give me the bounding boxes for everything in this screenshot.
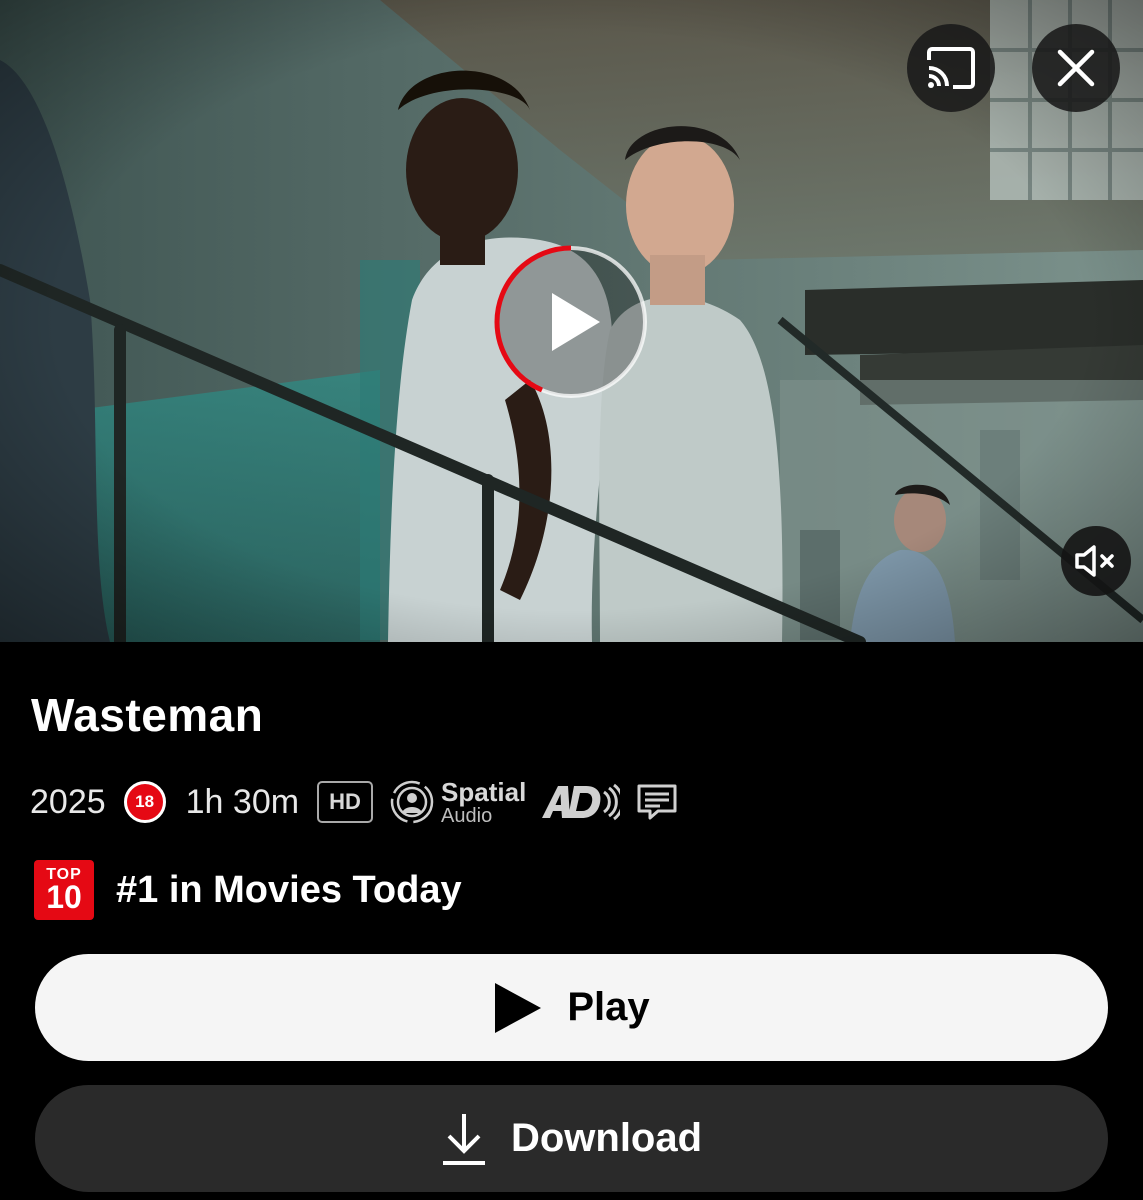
audio-description-icon — [542, 783, 621, 821]
download-icon — [442, 1113, 485, 1165]
muted-speaker-icon — [1075, 545, 1114, 577]
spatial-audio-label: Spatial — [441, 776, 527, 807]
subtitles-icon — [637, 784, 677, 820]
download-button-label: Download — [510, 1116, 703, 1160]
play-button[interactable]: Play — [35, 954, 1108, 1061]
hd-badge: HD — [317, 781, 374, 823]
ranking-row: TOP 10 #1 in Movies Today — [34, 860, 462, 920]
metadata-row: 2025 18 1h 30m HD Spatial Audio — [30, 776, 678, 828]
spatial-audio-icon — [390, 780, 434, 824]
play-circle-icon — [494, 245, 647, 398]
close-button[interactable] — [1032, 24, 1120, 112]
cast-icon — [927, 47, 975, 89]
release-year: 2025 — [30, 782, 106, 821]
mute-toggle-button[interactable] — [1061, 526, 1131, 596]
close-icon — [1057, 49, 1095, 87]
ranking-text: #1 in Movies Today — [116, 868, 462, 911]
spatial-audio-badge: Spatial Audio — [389, 779, 526, 826]
top10-badge-number: 10 — [46, 879, 82, 915]
cast-button[interactable] — [907, 24, 995, 112]
play-icon — [495, 982, 542, 1033]
spatial-audio-sublabel: Audio — [441, 804, 493, 827]
hero-preview[interactable] — [0, 0, 1143, 642]
preview-play-button[interactable] — [492, 243, 650, 401]
play-button-label: Play — [567, 985, 650, 1029]
top10-badge: TOP 10 — [34, 860, 94, 920]
download-button[interactable]: Download — [35, 1085, 1108, 1192]
age-rating-badge: 18 — [123, 781, 166, 823]
duration: 1h 30m — [185, 782, 300, 821]
movie-title: Wasteman — [31, 689, 264, 741]
